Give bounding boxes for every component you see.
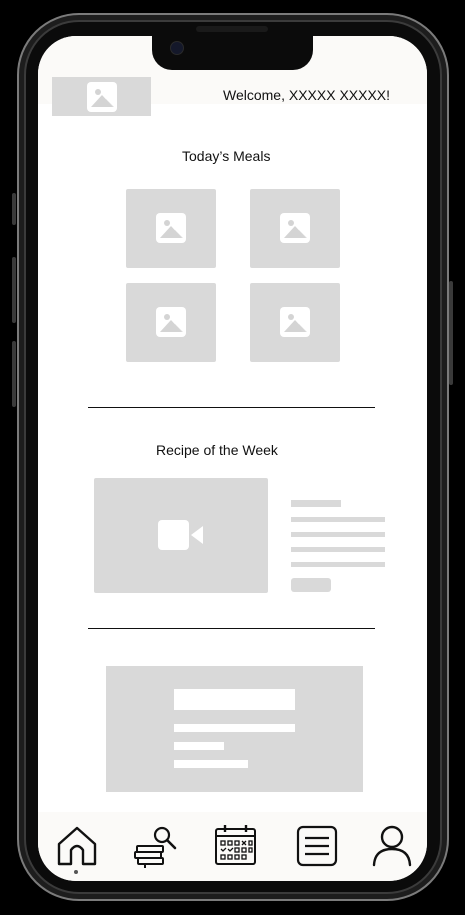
volume-up-button	[12, 257, 16, 323]
image-placeholder-icon	[280, 307, 310, 337]
meal-card[interactable]	[126, 283, 216, 362]
nav-item-home[interactable]	[55, 824, 99, 868]
image-placeholder-icon	[87, 82, 117, 112]
promo-text-line	[174, 724, 295, 732]
speaker-grille	[196, 26, 268, 32]
recipe-search-icon	[134, 826, 177, 868]
meal-card[interactable]	[126, 189, 216, 268]
recipe-text-line	[291, 547, 385, 552]
app-screen: Welcome, XXXXX XXXXX! Today’s Meals Reci…	[38, 36, 427, 881]
section-title-todays-meals: Today’s Meals	[182, 148, 271, 164]
recipe-title-line	[291, 500, 341, 507]
image-placeholder-icon	[156, 307, 186, 337]
home-icon	[57, 826, 97, 866]
image-placeholder-icon	[156, 213, 186, 243]
recipe-text-line	[291, 517, 385, 522]
menu-list-icon	[296, 825, 338, 867]
nav-item-profile[interactable]	[370, 824, 414, 868]
video-camera-icon	[158, 520, 203, 550]
image-placeholder-icon	[280, 213, 310, 243]
recipe-video-placeholder[interactable]	[94, 478, 268, 593]
power-button	[449, 281, 453, 385]
recipe-text-line	[291, 562, 385, 567]
front-camera	[170, 41, 184, 55]
section-title-recipe-of-week: Recipe of the Week	[156, 442, 278, 458]
calendar-icon	[215, 825, 256, 865]
recipe-view-button[interactable]	[291, 578, 331, 592]
recipe-text-line	[291, 532, 385, 537]
volume-down-button	[12, 341, 16, 407]
meal-card[interactable]	[250, 189, 340, 268]
promo-card[interactable]	[106, 666, 363, 792]
logo-placeholder[interactable]	[52, 77, 151, 116]
nav-item-calendar[interactable]	[213, 824, 257, 868]
bottom-nav	[38, 812, 427, 881]
mute-switch	[12, 193, 16, 225]
section-divider	[88, 628, 375, 629]
promo-text-line	[174, 760, 248, 768]
welcome-text: Welcome, XXXXX XXXXX!	[223, 87, 391, 103]
promo-text-line	[174, 742, 224, 750]
meal-card[interactable]	[250, 283, 340, 362]
nav-item-recipes[interactable]	[133, 824, 177, 868]
profile-icon	[372, 825, 412, 867]
section-divider	[88, 407, 375, 408]
nav-item-menu[interactable]	[295, 824, 339, 868]
promo-title-bar	[174, 689, 295, 710]
active-indicator-dot	[74, 870, 78, 874]
